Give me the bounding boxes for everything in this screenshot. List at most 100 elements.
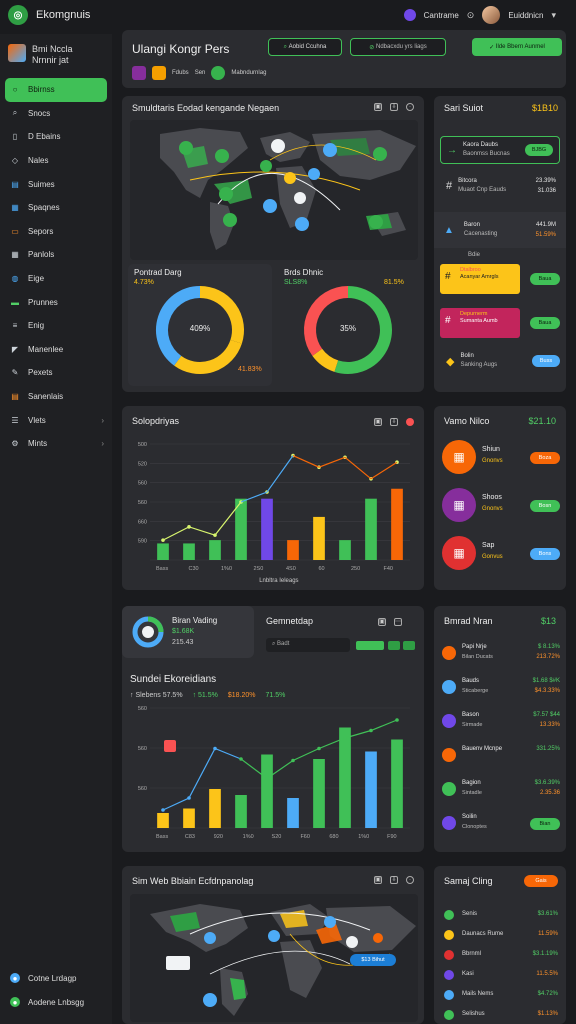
sidebox1-row-1[interactable]: → Kaora Daubs Baonmss Bucnas BJBG [440,136,560,164]
sidebox2-badge[interactable]: Bons [530,548,560,560]
sidebox3-row-4[interactable]: Bauenv Mcnpe 331.25% [440,742,560,770]
bar-line-chart-1[interactable]: 590 660 560 560 520 500 Bass C30 1%0 2S0 4S0 60 250 F… [126,432,418,584]
mini-card[interactable]: Biran Vading $1.68K 215.43 [122,606,254,658]
line-point[interactable] [343,736,347,740]
sidebox2-badge[interactable]: Bosn [530,500,560,512]
chart-bar[interactable] [261,498,273,560]
world-map[interactable] [130,120,418,260]
map-marker[interactable] [179,141,193,155]
toggle-a[interactable] [388,641,400,650]
donut-slice[interactable] [174,339,242,374]
sidebar-item-6[interactable]: ▦ Spaqnes [0,196,112,220]
sidebox2-badge[interactable]: Boza [530,452,560,464]
sidebox3-badge[interactable]: Bian [530,818,560,830]
sidebox2-row-2[interactable]: ▦ Shoos Gnonvs Bosn [440,486,560,526]
line-point[interactable] [239,757,243,761]
chart-bar[interactable] [157,813,169,828]
donut-slice[interactable] [304,286,349,356]
sidebox4-row-5[interactable]: Mails Nems $4.72% [442,988,558,1002]
tag-3[interactable]: Mabndurnlag [231,70,266,76]
sidebar-item-1[interactable]: ○ Bbirnss [5,78,107,102]
expand-icon[interactable]: ▣ [378,618,386,626]
sidebox1-row-3[interactable]: ▲ Baron Cacenasting 441.9M 51.59% [434,212,566,248]
chart-bar[interactable] [339,540,351,560]
line-point[interactable] [213,746,217,751]
app-logo-icon[interactable]: ◎ [8,5,28,25]
chart-bar[interactable] [261,754,273,829]
line-point[interactable] [265,776,269,781]
expand-icon[interactable]: ▣ [374,418,382,426]
filter-toggle[interactable] [356,641,384,650]
sidebox1-badge-1[interactable]: BJBG [525,144,553,156]
expand-icon[interactable]: ▣ [374,103,382,111]
sidebox1-badge-5[interactable]: Baua [530,317,560,329]
chart-bar[interactable] [391,488,403,560]
line-point[interactable] [369,728,373,733]
sidebox3-row-6[interactable]: Soilin Clonoptes Bian [440,810,560,838]
chart-bar[interactable] [365,498,377,560]
sidebox4-row-6[interactable]: Selishus $1.13% [442,1008,558,1022]
settings-icon[interactable]: · [406,876,414,884]
line-point[interactable] [187,796,191,800]
tag-1[interactable]: Fdubs [172,70,189,76]
chevron-right-icon[interactable]: › [101,416,104,425]
chart-bar[interactable] [183,808,195,829]
chevron-down-icon[interactable]: ▾ [551,10,556,21]
sidebox2-row-3[interactable]: ▦ Sap Gonvus Bons [440,534,560,574]
tag-2[interactable]: Sen [195,70,206,76]
sidebox3-row-1[interactable]: Papi Nrje Bilan Ducats $ 8.13% 213.72% [440,640,560,668]
chart-bar[interactable] [391,739,403,829]
series-line[interactable] [162,747,242,811]
download-icon[interactable]: ⇩ [390,876,398,884]
sidebox1-row-2[interactable]: # Bitcora Muaot Cnp Eauds 23.39% 31.036 [440,172,560,200]
chart-bar[interactable] [287,798,299,828]
sidebar-item-16[interactable]: ⚙ Mints › [0,432,112,456]
sidebar-item-3[interactable]: ▯ D Ebains [0,125,112,149]
user-name[interactable]: Euiddnicn [508,11,543,20]
sidebar-footer-item-2[interactable]: ● Aodene Lnbsgg [0,990,112,1014]
sidebox4-row-2[interactable]: Daunacs Rume 11.59% [442,928,558,942]
chart-bar[interactable] [313,516,325,560]
sidebar-item-7[interactable]: ▭ Sepors [0,220,112,244]
chart-bar[interactable] [365,751,377,829]
chart-bar[interactable] [287,540,299,560]
line-point[interactable] [161,808,165,812]
settings-icon[interactable]: · [406,103,414,111]
line-point[interactable] [317,746,321,751]
download-icon[interactable]: ⇩ [390,418,398,426]
sidebox1-badge-4[interactable]: Baua [530,273,560,285]
alert-icon[interactable] [164,740,176,752]
download-icon[interactable]: ⇩ [390,103,398,111]
chart-bar[interactable] [235,795,247,828]
chart-bar[interactable] [209,789,221,828]
sidebox3-row-5[interactable]: Bagion Sintadle $3.6.39% 2.35.36 [440,776,560,804]
sidebox4-badge[interactable]: Gais [524,875,558,887]
sidebox3-row-2[interactable]: Bauds Sticaberge $1.68 $#K $4.3.33% [440,674,560,702]
action-button-2[interactable]: ⊘ Ndbacxdu yrs liags [350,38,446,56]
sidebox4-row-4[interactable]: Kasi 11.5.5% [442,968,558,982]
sidebox4-row-3[interactable]: Bbrnml $3.1.19% [442,948,558,962]
series-line[interactable] [292,455,398,480]
notification-icon[interactable] [403,9,416,21]
avatar[interactable] [482,6,501,24]
bar-line-chart-2[interactable]: 560 560 560 Bass C83 920 1%0 S20 F60 680 1%0 F90 [126,702,418,848]
chevron-right-icon[interactable]: › [101,439,104,448]
expand-icon[interactable]: ▣ [374,876,382,884]
sidebox2-row-1[interactable]: ▦ Shiun Gnonvs Boza [440,438,560,478]
action-button-1[interactable]: ⌕ Aobid Ccuhna [268,38,342,56]
sidebar-item-13[interactable]: ✎ Pexets [0,361,112,385]
donut-slice[interactable] [312,348,339,372]
sidebar-item-2[interactable]: ⌕ Snocs [0,102,112,126]
series-line[interactable] [240,455,294,503]
chart-bar[interactable] [157,543,169,560]
sidebox4-row-1[interactable]: Senis $3.61% [442,908,558,922]
sidebar-item-11[interactable]: ≡ Enig [0,314,112,338]
toggle-b[interactable] [403,641,415,650]
primary-button[interactable]: ✓ Ilde Bbern Aunmel [472,38,562,56]
chart-bar[interactable] [183,543,195,560]
more-icon[interactable]: ⋯ [394,618,402,626]
sidebar-item-4[interactable]: ◇ Nales [0,149,112,173]
search-input[interactable]: ⌕ Badt [266,638,350,652]
line-point[interactable] [395,718,399,722]
chart-bar[interactable] [209,540,221,560]
